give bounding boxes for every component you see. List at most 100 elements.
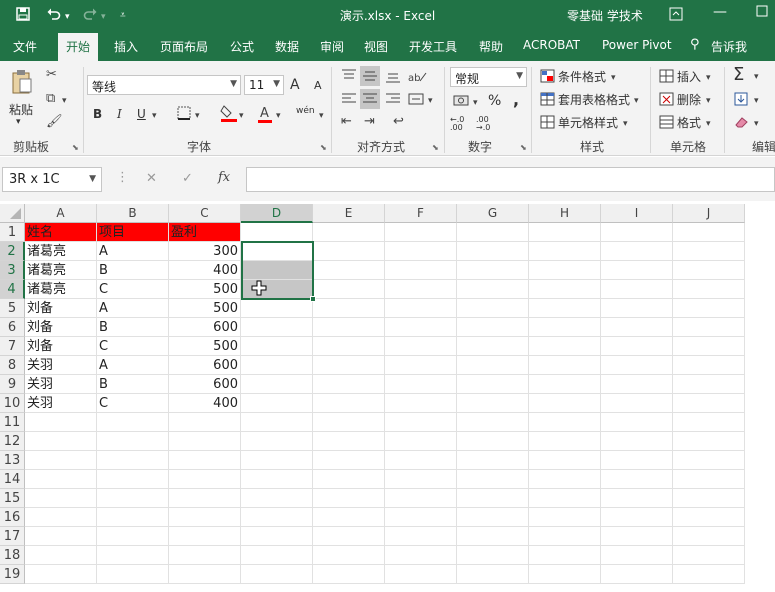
name-box[interactable]: 3R x 1C ▼ [2, 167, 102, 192]
cell-e11[interactable] [313, 413, 385, 432]
cell-j9[interactable] [673, 375, 745, 394]
cell-a17[interactable] [25, 527, 97, 546]
cell-b16[interactable] [97, 508, 169, 527]
cell-styles-button[interactable]: 单元格样式 [558, 114, 618, 131]
cell-j7[interactable] [673, 337, 745, 356]
phonetic-dropdown-icon[interactable]: ▾ [319, 109, 324, 123]
cell-i14[interactable] [601, 470, 673, 489]
cell-c7[interactable]: 500 [169, 337, 241, 356]
align-left-icon[interactable] [341, 92, 357, 110]
fill-color-icon[interactable] [220, 103, 238, 127]
row-header-3[interactable]: 3 [0, 261, 25, 280]
tab-insert[interactable]: 插入 [114, 38, 138, 55]
cell-e12[interactable] [313, 432, 385, 451]
delete-cells-icon[interactable] [659, 92, 674, 110]
paste-dropdown-icon[interactable]: ▾ [16, 117, 21, 127]
cell-b18[interactable] [97, 546, 169, 565]
cell-j19[interactable] [673, 565, 745, 584]
cell-b8[interactable]: A [97, 356, 169, 375]
cell-c8[interactable]: 600 [169, 356, 241, 375]
cell-h6[interactable] [529, 318, 601, 337]
cell-b6[interactable]: B [97, 318, 169, 337]
cell-g9[interactable] [457, 375, 529, 394]
cell-a10[interactable]: 关羽 [25, 394, 97, 413]
column-header-d[interactable]: D [241, 204, 313, 223]
cell-i15[interactable] [601, 489, 673, 508]
cell-g19[interactable] [457, 565, 529, 584]
cell-a1[interactable]: 姓名 [25, 223, 97, 242]
cell-b13[interactable] [97, 451, 169, 470]
format-as-table-button[interactable]: 套用表格格式 [558, 91, 630, 108]
cell-e18[interactable] [313, 546, 385, 565]
cell-f1[interactable] [385, 223, 457, 242]
wrap-text-icon[interactable]: ↩ [393, 115, 404, 129]
cell-j4[interactable] [673, 280, 745, 299]
cell-g17[interactable] [457, 527, 529, 546]
column-header-g[interactable]: G [457, 204, 529, 223]
cell-c19[interactable] [169, 565, 241, 584]
tab-review[interactable]: 审阅 [320, 38, 344, 55]
cell-d2[interactable] [241, 242, 313, 261]
cell-h16[interactable] [529, 508, 601, 527]
cell-j15[interactable] [673, 489, 745, 508]
format-dropdown-icon[interactable]: ▾ [706, 117, 711, 131]
cell-f19[interactable] [385, 565, 457, 584]
cell-j18[interactable] [673, 546, 745, 565]
fill-down-icon[interactable] [734, 92, 748, 110]
row-header-2[interactable]: 2 [0, 242, 25, 261]
cell-b9[interactable]: B [97, 375, 169, 394]
cell-f11[interactable] [385, 413, 457, 432]
cell-b11[interactable] [97, 413, 169, 432]
column-header-e[interactable]: E [313, 204, 385, 223]
cell-j17[interactable] [673, 527, 745, 546]
cell-h14[interactable] [529, 470, 601, 489]
cell-a16[interactable] [25, 508, 97, 527]
cell-c2[interactable]: 300 [169, 242, 241, 261]
orientation-icon[interactable]: ab [408, 69, 428, 87]
cell-b14[interactable] [97, 470, 169, 489]
cell-d10[interactable] [241, 394, 313, 413]
tab-view[interactable]: 视图 [364, 38, 388, 55]
cell-b12[interactable] [97, 432, 169, 451]
column-header-b[interactable]: B [97, 204, 169, 223]
increase-font-size-button[interactable]: A [290, 77, 300, 93]
column-header-c[interactable]: C [169, 204, 241, 223]
row-header-14[interactable]: 14 [0, 470, 25, 489]
align-bottom-icon[interactable] [385, 69, 401, 87]
column-header-a[interactable]: A [25, 204, 97, 223]
cell-j14[interactable] [673, 470, 745, 489]
cell-e13[interactable] [313, 451, 385, 470]
font-size-select[interactable]: 11 ▼ [244, 75, 284, 95]
tab-page-layout[interactable]: 页面布局 [160, 38, 208, 55]
cell-d16[interactable] [241, 508, 313, 527]
cell-a15[interactable] [25, 489, 97, 508]
row-header-1[interactable]: 1 [0, 223, 25, 242]
cell-a7[interactable]: 刘备 [25, 337, 97, 356]
align-middle-icon[interactable] [362, 69, 378, 87]
cell-j8[interactable] [673, 356, 745, 375]
cell-i5[interactable] [601, 299, 673, 318]
cell-g13[interactable] [457, 451, 529, 470]
tab-formulas[interactable]: 公式 [230, 38, 254, 55]
cell-g12[interactable] [457, 432, 529, 451]
decrease-font-size-button[interactable]: A [314, 79, 322, 92]
cell-e7[interactable] [313, 337, 385, 356]
cell-f15[interactable] [385, 489, 457, 508]
cell-b2[interactable]: A [97, 242, 169, 261]
cell-a6[interactable]: 刘备 [25, 318, 97, 337]
cell-c12[interactable] [169, 432, 241, 451]
row-header-16[interactable]: 16 [0, 508, 25, 527]
number-launcher-icon[interactable]: ⬊ [520, 143, 527, 152]
row-header-11[interactable]: 11 [0, 413, 25, 432]
cell-c4[interactable]: 500 [169, 280, 241, 299]
cell-e14[interactable] [313, 470, 385, 489]
cell-e16[interactable] [313, 508, 385, 527]
cell-d3[interactable] [241, 261, 313, 280]
cell-a4[interactable]: 诸葛亮 [25, 280, 97, 299]
cell-g2[interactable] [457, 242, 529, 261]
cell-styles-icon[interactable] [540, 115, 555, 133]
cell-g15[interactable] [457, 489, 529, 508]
underline-dropdown-icon[interactable]: ▾ [152, 109, 157, 123]
cell-b15[interactable] [97, 489, 169, 508]
cell-d8[interactable] [241, 356, 313, 375]
